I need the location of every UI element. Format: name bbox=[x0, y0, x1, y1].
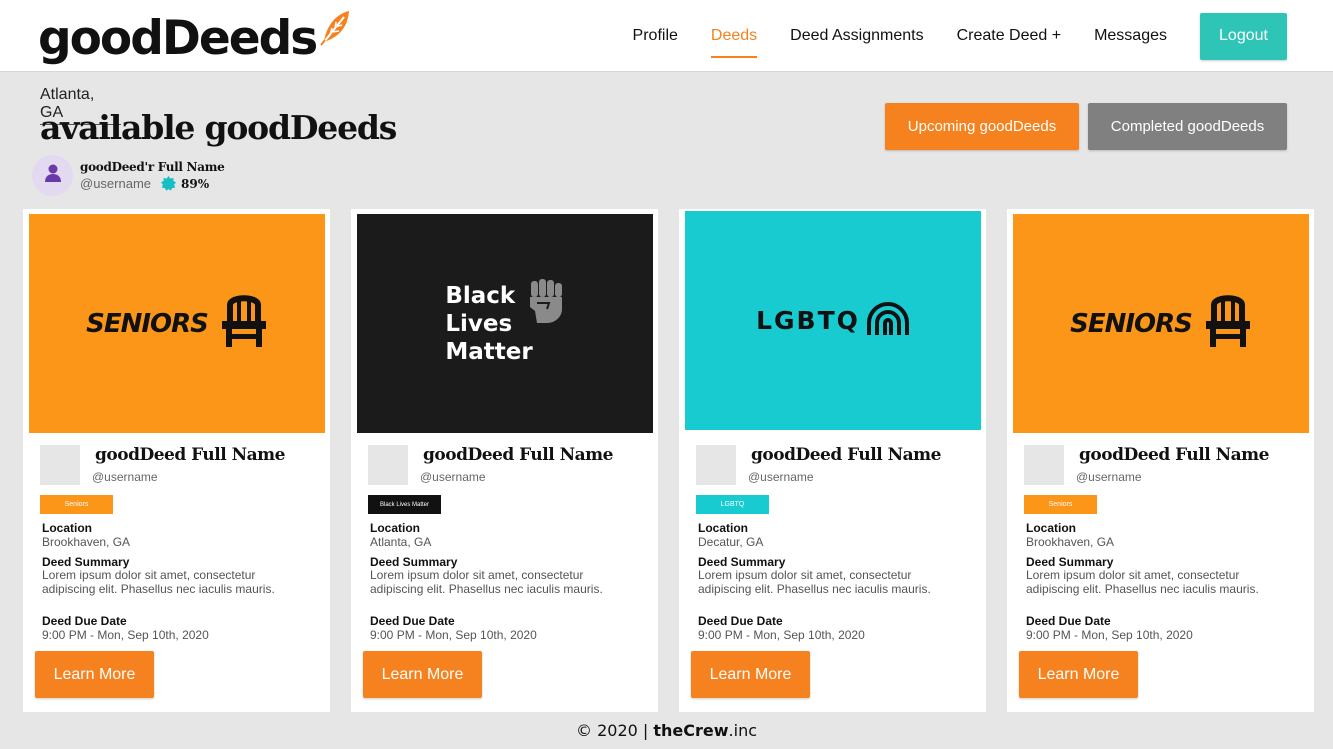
deed-card-image: SENIORS bbox=[29, 214, 325, 433]
category-tag: Seniors bbox=[1024, 495, 1097, 514]
user-username: @username bbox=[80, 176, 152, 191]
due-date-value: 9:00 PM - Mon, Sep 10th, 2020 bbox=[370, 628, 537, 642]
chair-icon bbox=[220, 293, 268, 354]
footer-suffix: .inc bbox=[728, 721, 757, 740]
user-summary: goodDeed'r Full Name @username 89% bbox=[32, 155, 225, 196]
avatar bbox=[32, 155, 73, 196]
summary-label: Deed Summary bbox=[370, 555, 458, 569]
leaf-icon bbox=[318, 8, 352, 51]
chair-icon bbox=[1204, 293, 1252, 354]
upcoming-goodDeeds-button[interactable]: Upcoming goodDeeds bbox=[885, 103, 1079, 150]
deed-thumbnail bbox=[1024, 445, 1064, 485]
completed-goodDeeds-button[interactable]: Completed goodDeeds bbox=[1088, 103, 1287, 150]
deed-username: @username bbox=[420, 470, 486, 484]
footer-brand: theCrew bbox=[653, 721, 729, 740]
rainbow-icon bbox=[866, 301, 910, 340]
category-tag: Seniors bbox=[40, 495, 113, 514]
due-date-value: 9:00 PM - Mon, Sep 10th, 2020 bbox=[42, 628, 209, 642]
deed-card: SENIORS goodDeed Full Name @username Sen… bbox=[23, 209, 330, 712]
deed-card: SENIORS goodDeed Full Name @username Sen… bbox=[1007, 209, 1314, 712]
location-label: Location bbox=[1026, 521, 1076, 535]
due-date-value: 9:00 PM - Mon, Sep 10th, 2020 bbox=[698, 628, 865, 642]
nav-deeds[interactable]: Deeds bbox=[710, 19, 758, 58]
footer-copyright: © 2020 | bbox=[576, 721, 654, 740]
deed-username: @username bbox=[1076, 470, 1142, 484]
image-label: Black Lives Matter bbox=[445, 282, 533, 365]
deed-thumbnail bbox=[696, 445, 736, 485]
summary-value: Lorem ipsum dolor sit amet, consectetur … bbox=[698, 568, 931, 596]
page-title: available goodDeeds bbox=[40, 108, 397, 147]
user-full-name: goodDeed'r Full Name bbox=[80, 160, 225, 174]
deed-name: goodDeed Full Name bbox=[1079, 445, 1269, 465]
main-nav: Profile Deeds Deed Assignments Create De… bbox=[633, 0, 1333, 72]
deed-card-image: SENIORS bbox=[1013, 214, 1309, 433]
fist-icon bbox=[527, 277, 565, 330]
learn-more-button[interactable]: Learn More bbox=[1019, 651, 1138, 698]
location-value: Decatur, GA bbox=[698, 535, 764, 549]
summary-label: Deed Summary bbox=[1026, 555, 1114, 569]
goodDeeds-logo[interactable]: goodDeeds bbox=[38, 8, 352, 68]
summary-value: Lorem ipsum dolor sit amet, consectetur … bbox=[1026, 568, 1259, 596]
deed-card-image: Black Lives Matter bbox=[357, 214, 653, 433]
user-score-value: 89% bbox=[181, 176, 210, 191]
summary-value: Lorem ipsum dolor sit amet, consectetur … bbox=[42, 568, 275, 596]
learn-more-button[interactable]: Learn More bbox=[363, 651, 482, 698]
location-value: Brookhaven, GA bbox=[1026, 535, 1115, 549]
logo-text: goodDeeds bbox=[38, 10, 318, 66]
summary-label: Deed Summary bbox=[42, 555, 130, 569]
deed-name: goodDeed Full Name bbox=[751, 445, 941, 465]
image-label: SENIORS bbox=[1070, 308, 1193, 339]
category-tag: Black Lives Matter bbox=[368, 495, 441, 514]
deed-username: @username bbox=[748, 470, 814, 484]
location-value: Atlanta, GA bbox=[370, 535, 432, 549]
deed-card: LGBTQ goodDeed Full Name @username LGBTQ… bbox=[679, 209, 986, 712]
learn-more-button[interactable]: Learn More bbox=[691, 651, 810, 698]
logout-button[interactable]: Logout bbox=[1200, 12, 1287, 60]
deed-name: goodDeed Full Name bbox=[95, 445, 285, 465]
due-date-label: Deed Due Date bbox=[698, 614, 783, 628]
due-date-label: Deed Due Date bbox=[42, 614, 127, 628]
deed-name: goodDeed Full Name bbox=[423, 445, 613, 465]
deed-card-image: LGBTQ bbox=[685, 211, 981, 430]
badge-icon bbox=[161, 176, 177, 191]
nav-deed-assignments[interactable]: Deed Assignments bbox=[790, 19, 923, 53]
location-label: Location bbox=[42, 521, 92, 535]
nav-messages[interactable]: Messages bbox=[1094, 19, 1167, 53]
nav-profile[interactable]: Profile bbox=[633, 19, 678, 53]
location-label: Location bbox=[698, 521, 748, 535]
summary-value: Lorem ipsum dolor sit amet, consectetur … bbox=[370, 568, 603, 596]
summary-label: Deed Summary bbox=[698, 555, 786, 569]
deed-card: Black Lives Matter goodDeed Full Name @u… bbox=[351, 209, 658, 712]
deed-thumbnail bbox=[368, 445, 408, 485]
category-tag: LGBTQ bbox=[696, 495, 769, 514]
user-icon bbox=[44, 163, 62, 188]
nav-create-deed[interactable]: Create Deed + bbox=[957, 19, 1062, 53]
due-date-value: 9:00 PM - Mon, Sep 10th, 2020 bbox=[1026, 628, 1193, 642]
deed-thumbnail bbox=[40, 445, 80, 485]
footer: © 2020 | theCrew.inc bbox=[0, 721, 1333, 740]
user-score: 89% bbox=[161, 176, 209, 191]
image-label: SENIORS bbox=[86, 308, 209, 339]
due-date-label: Deed Due Date bbox=[1026, 614, 1111, 628]
learn-more-button[interactable]: Learn More bbox=[35, 651, 154, 698]
top-nav-bar: goodDeeds Profile Deeds Deed Assignments… bbox=[0, 0, 1333, 72]
image-label: LGBTQ bbox=[756, 306, 860, 335]
location-value: Brookhaven, GA bbox=[42, 535, 131, 549]
deed-username: @username bbox=[92, 470, 158, 484]
due-date-label: Deed Due Date bbox=[370, 614, 455, 628]
location-label: Location bbox=[370, 521, 420, 535]
